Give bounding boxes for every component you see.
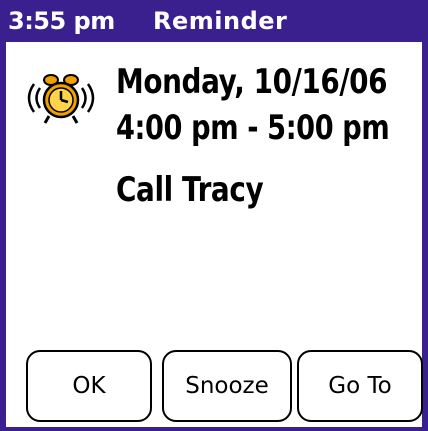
reminder-date: Monday, 10/16/06 [116, 62, 388, 102]
reminder-dialog: 3:55 pm Reminder Monday, 10/16/06 4:00 p… [0, 0, 428, 431]
current-time: 3:55 pm [8, 7, 115, 35]
alarm-clock-icon [20, 70, 102, 126]
reminder-time-range: 4:00 pm - 5:00 pm [116, 108, 390, 148]
snooze-button[interactable]: Snooze [162, 350, 292, 422]
title-bar: 3:55 pm Reminder [0, 0, 428, 42]
ok-button[interactable]: OK [26, 350, 152, 422]
reminder-description: Call Tracy [116, 170, 264, 210]
dialog-title: Reminder [153, 7, 288, 35]
go-to-button[interactable]: Go To [297, 350, 423, 422]
